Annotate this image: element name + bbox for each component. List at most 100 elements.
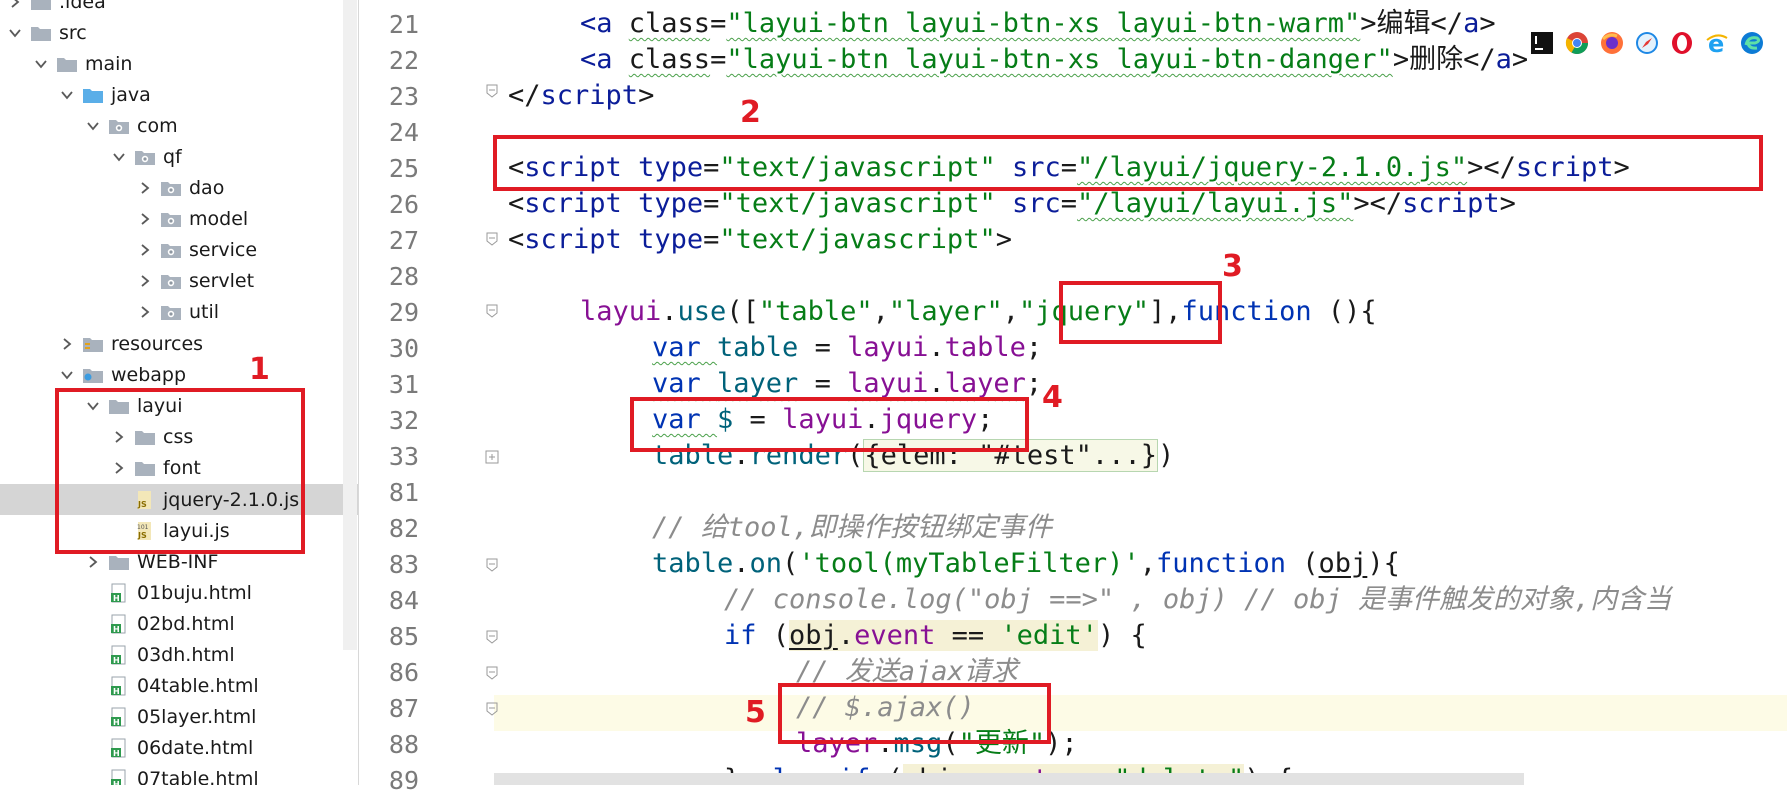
tree-item-resources[interactable]: resources (0, 328, 358, 359)
resources-folder-icon (82, 334, 104, 354)
edge-icon[interactable] (1737, 28, 1767, 58)
code-line-82: // 给tool,即操作按钮绑定事件 (652, 512, 1053, 543)
tree-item-label: service (189, 238, 258, 261)
package-icon (160, 209, 182, 229)
tree-item-src[interactable]: src (0, 17, 358, 48)
tree-item-06date-html[interactable]: H 06date.html (0, 732, 358, 763)
line-number: 24 (388, 118, 419, 147)
code-line-30: var table = layui.table; (652, 332, 1043, 363)
tree-item-05layer-html[interactable]: H 05layer.html (0, 701, 358, 732)
html-file-icon: H (108, 614, 130, 634)
tree-item-qf[interactable]: qf (0, 141, 358, 172)
code-line-26: <script type="text/javascript" src="/lay… (508, 188, 1516, 219)
tree-item-service[interactable]: service (0, 234, 358, 265)
svg-text:H: H (113, 625, 120, 634)
tree-item-label: 03dh.html (137, 643, 235, 666)
web-folder-icon (82, 365, 104, 385)
tree-item-02bd-html[interactable]: H 02bd.html (0, 608, 358, 639)
svg-text:H: H (113, 749, 120, 758)
tree-item-label: webapp (111, 363, 187, 386)
tree-item-label: 04table.html (137, 674, 259, 697)
chevron-right-icon[interactable] (6, 0, 24, 11)
folder-icon (108, 552, 130, 572)
tree-item-java[interactable]: java (0, 79, 358, 110)
tree-item-label: 01buju.html (137, 581, 252, 604)
line-number: 81 (388, 478, 419, 507)
svg-text:H: H (113, 687, 120, 696)
html-file-icon: H (108, 738, 130, 758)
chevron-right-icon[interactable] (136, 272, 154, 290)
annotation-box-2 (493, 135, 1763, 191)
ie-icon[interactable]: e (1702, 28, 1732, 58)
tree-item-label: dao (189, 176, 225, 199)
chevron-right-icon[interactable] (136, 210, 154, 228)
svg-text:e: e (1708, 30, 1724, 56)
annotation-box-4 (630, 397, 1029, 452)
line-number: 33 (388, 442, 419, 471)
line-number: 21 (388, 10, 419, 39)
chevron-down-icon[interactable] (110, 148, 128, 166)
annotation-box-5 (778, 683, 1051, 744)
chevron-right-icon[interactable] (84, 553, 102, 571)
safari-icon[interactable] (1632, 28, 1662, 58)
tree-item-idea[interactable]: .idea (0, 0, 358, 17)
project-tree-scrollbar[interactable] (343, 0, 357, 650)
tree-item-model[interactable]: model (0, 203, 358, 234)
tree-item-01buju-html[interactable]: H 01buju.html (0, 577, 358, 608)
tree-item-util[interactable]: util (0, 296, 358, 327)
line-number: 82 (388, 514, 419, 543)
tree-item-servlet[interactable]: servlet (0, 265, 358, 296)
intellij-icon[interactable] (1527, 28, 1557, 58)
annotation-number-3: 3 (1222, 249, 1243, 284)
opera-icon[interactable] (1667, 28, 1697, 58)
package-icon (134, 147, 156, 167)
folder-icon (30, 0, 52, 12)
package-icon (160, 178, 182, 198)
folder-icon (30, 23, 52, 43)
tree-item-07table-html[interactable]: H 07table.html (0, 763, 358, 785)
tree-item-04table-html[interactable]: H 04table.html (0, 670, 358, 701)
chevron-down-icon[interactable] (84, 117, 102, 135)
chevron-down-icon[interactable] (58, 86, 76, 104)
firefox-icon[interactable] (1597, 28, 1627, 58)
chevron-right-icon[interactable] (136, 241, 154, 259)
annotation-box-1 (55, 388, 305, 554)
tree-item-label: util (189, 300, 220, 323)
line-number: 22 (388, 46, 419, 75)
line-number: 85 (388, 622, 419, 651)
package-icon (160, 240, 182, 260)
code-line-84: // console.log("obj ==>" , obj) // obj 是… (724, 584, 1672, 615)
chevron-right-icon[interactable] (58, 335, 76, 353)
line-number: 30 (388, 334, 419, 363)
line-number: 25 (388, 154, 419, 183)
editor-horizontal-scrollbar[interactable] (494, 773, 1524, 785)
tree-item-dao[interactable]: dao (0, 172, 358, 203)
tree-item-label: 07table.html (137, 767, 259, 786)
html-file-icon: H (108, 707, 130, 727)
tree-item-main[interactable]: main (0, 48, 358, 79)
package-icon (108, 116, 130, 136)
annotation-number-2: 2 (740, 95, 761, 130)
chevron-down-icon[interactable] (6, 24, 24, 42)
tree-item-webapp[interactable]: webapp (0, 359, 358, 390)
chevron-down-icon[interactable] (32, 55, 50, 73)
code-editor[interactable]: <a class="layui-btn layui-btn-xs layui-b… (494, 0, 1787, 785)
line-number: 31 (388, 370, 419, 399)
folder-icon (56, 54, 78, 74)
tree-item-label: 05layer.html (137, 705, 257, 728)
chevron-down-icon[interactable] (58, 366, 76, 384)
chevron-right-icon[interactable] (136, 303, 154, 321)
line-number: 84 (388, 586, 419, 615)
chevron-right-icon[interactable] (136, 179, 154, 197)
annotation-box-3 (1059, 281, 1222, 344)
tree-item-03dh-html[interactable]: H 03dh.html (0, 639, 358, 670)
tree-item-label: com (137, 114, 178, 137)
html-file-icon: H (108, 676, 130, 696)
chrome-icon[interactable] (1562, 28, 1592, 58)
tree-item-com[interactable]: com (0, 110, 358, 141)
